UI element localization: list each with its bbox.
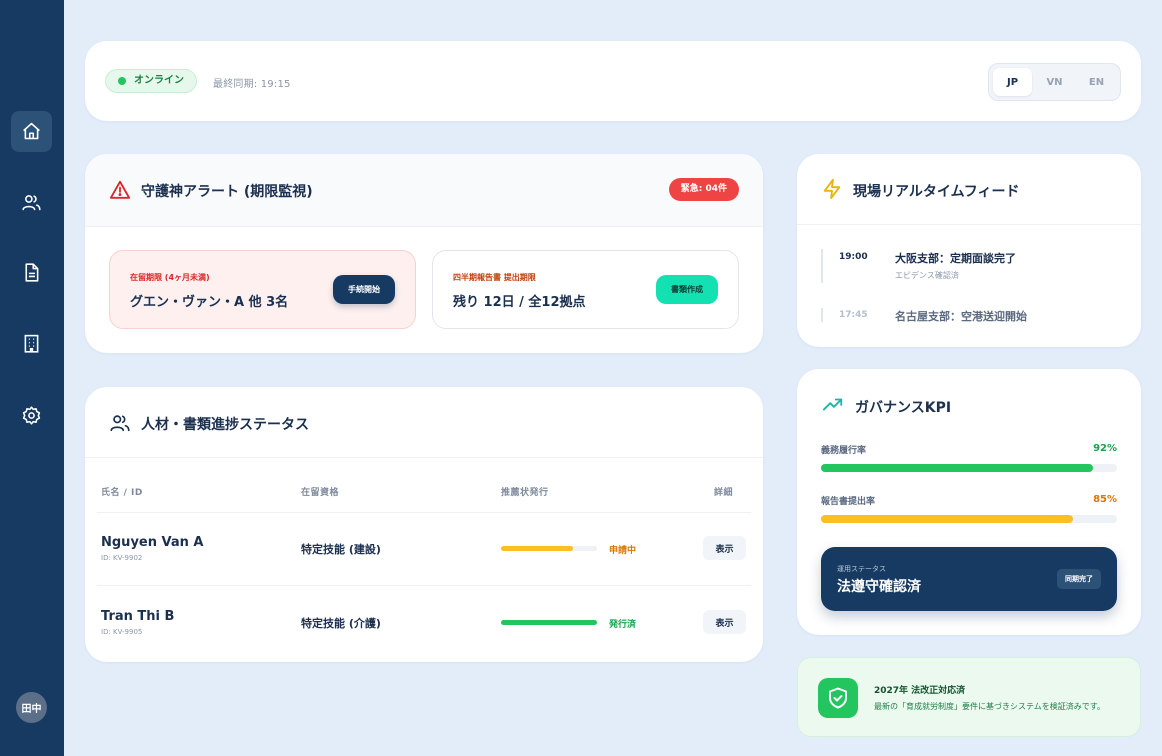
row-divider xyxy=(97,585,751,586)
alert-card-title: 守護神アラート (期限監視) xyxy=(141,184,313,200)
lang-vn-button[interactable]: VN xyxy=(1035,68,1074,96)
column-header-name: 氏名 / ID xyxy=(101,488,143,498)
nav-users[interactable] xyxy=(11,182,52,223)
row-divider xyxy=(97,512,751,513)
progress-bar xyxy=(501,620,597,625)
feed-card-title: 現場リアルタイムフィード xyxy=(853,184,1020,200)
sidebar: 田中 xyxy=(0,0,64,756)
visa-type: 特定技能 (介護) xyxy=(301,617,381,630)
worker-name: Tran Thi B xyxy=(101,609,175,624)
trending-up-icon xyxy=(822,398,843,411)
users-icon xyxy=(110,415,130,432)
compliance-card: 2027年 法改正対応済 最新の「育成就労制度」要件に基づきシステムを検証済みで… xyxy=(797,657,1141,737)
sync-complete-badge: 同期完了 xyxy=(1057,569,1101,589)
alert-sub-label: 在留期限 (4ヶ月未満) xyxy=(130,273,210,282)
lightning-icon xyxy=(823,178,841,200)
worker-id: ID: KV-9905 xyxy=(101,628,143,636)
urgent-count-badge: 緊急: 04件 xyxy=(668,178,739,201)
kpi-card: ガバナンスKPI 義務履行率 92% 報告書提出率 85% 運用ステータス 法遵… xyxy=(797,369,1141,635)
kpi-value: 85% xyxy=(1093,494,1117,505)
create-document-button[interactable]: 書類作成 xyxy=(656,275,718,304)
view-button[interactable]: 表示 xyxy=(703,536,746,560)
status-label: 申請中 xyxy=(609,546,637,556)
progress-card-title: 人材・書類進捗ステータス xyxy=(141,417,309,433)
status-dot-icon xyxy=(118,77,126,85)
alert-main-text: 残り 12日 / 全12拠点 xyxy=(453,295,586,310)
kpi-bar-fill xyxy=(821,515,1073,523)
progress-table-card: 人材・書類進捗ステータス 氏名 / ID 在留資格 推薦状発行 詳細 Nguye… xyxy=(85,387,763,662)
feed-rail xyxy=(821,249,823,283)
visa-expiry-alert: 在留期限 (4ヶ月未満) グエン・ヴァン・A 他 3名 手続開始 xyxy=(109,250,416,329)
user-avatar[interactable]: 田中 xyxy=(16,692,47,723)
users-icon xyxy=(22,195,41,211)
nav-branches[interactable] xyxy=(11,323,52,364)
alert-card-header: 守護神アラート (期限監視) 緊急: 04件 xyxy=(85,154,763,227)
worker-id: ID: KV-9902 xyxy=(101,554,143,562)
lang-jp-button[interactable]: JP xyxy=(993,68,1032,96)
nav-settings[interactable] xyxy=(11,395,52,436)
column-header-recommendation: 推薦状発行 xyxy=(501,488,549,498)
ops-sub-label: 運用ステータス xyxy=(837,565,886,573)
last-sync-text: 最終同期: 19:15 xyxy=(213,79,291,90)
status-label: 発行済 xyxy=(609,620,637,630)
kpi-label: 報告書提出率 xyxy=(821,497,876,507)
report-deadline-alert: 四半期報告書 提出期限 残り 12日 / 全12拠点 書類作成 xyxy=(432,250,739,329)
language-switcher: JP VN EN xyxy=(988,63,1121,101)
alert-card: 守護神アラート (期限監視) 緊急: 04件 在留期限 (4ヶ月未満) グエン・… xyxy=(85,154,763,353)
visa-type: 特定技能 (建設) xyxy=(301,543,381,556)
compliance-desc: 最新の「育成就労制度」要件に基づきシステムを検証済みです。 xyxy=(874,702,1105,711)
progress-bar-fill xyxy=(501,546,573,551)
home-icon xyxy=(23,122,40,140)
top-bar: オンライン 最終同期: 19:15 JP VN EN xyxy=(85,41,1141,121)
feed-time: 17:45 xyxy=(839,310,868,320)
kpi-bar xyxy=(821,515,1117,523)
online-status-label: オンライン xyxy=(134,75,184,86)
start-procedure-button[interactable]: 手続開始 xyxy=(333,275,395,304)
column-header-detail: 詳細 xyxy=(714,488,734,498)
lang-en-button[interactable]: EN xyxy=(1077,68,1116,96)
realtime-feed-card: 現場リアルタイムフィード 19:00 大阪支部：定期面談完了 エビデンス確認済 … xyxy=(797,154,1141,347)
kpi-label: 義務履行率 xyxy=(821,446,867,456)
nav-home[interactable] xyxy=(11,111,52,152)
warning-icon xyxy=(109,180,131,199)
progress-bar-fill xyxy=(501,620,597,625)
gear-icon xyxy=(22,406,41,425)
nav-documents[interactable] xyxy=(11,252,52,293)
document-icon xyxy=(25,263,39,282)
alert-main-text: グエン・ヴァン・A 他 3名 xyxy=(130,295,289,310)
progress-bar xyxy=(501,546,597,551)
operation-status-panel: 運用ステータス 法遵守確認済 同期完了 xyxy=(821,547,1117,611)
kpi-bar-fill xyxy=(821,464,1094,472)
feed-text: 大阪支部：定期面談完了 xyxy=(895,252,1016,265)
online-status-badge: オンライン xyxy=(105,69,197,93)
alert-sub-label: 四半期報告書 提出期限 xyxy=(453,273,536,282)
building-icon xyxy=(24,334,39,353)
kpi-value: 92% xyxy=(1093,443,1117,454)
kpi-card-title: ガバナンスKPI xyxy=(855,400,952,416)
feed-time: 19:00 xyxy=(839,252,868,262)
progress-card-header: 人材・書類進捗ステータス xyxy=(85,387,763,458)
feed-sub: エビデンス確認済 xyxy=(895,271,959,280)
kpi-bar xyxy=(821,464,1117,472)
shield-check-icon xyxy=(818,678,858,718)
ops-main-label: 法遵守確認済 xyxy=(837,579,921,595)
feed-rail xyxy=(821,308,823,322)
feed-card-header: 現場リアルタイムフィード xyxy=(797,154,1141,225)
column-header-visa: 在留資格 xyxy=(301,488,340,498)
worker-name: Nguyen Van A xyxy=(101,535,204,550)
compliance-title: 2027年 法改正対応済 xyxy=(874,686,966,696)
feed-text: 名古屋支部：空港送迎開始 xyxy=(895,310,1027,323)
view-button[interactable]: 表示 xyxy=(703,610,746,634)
